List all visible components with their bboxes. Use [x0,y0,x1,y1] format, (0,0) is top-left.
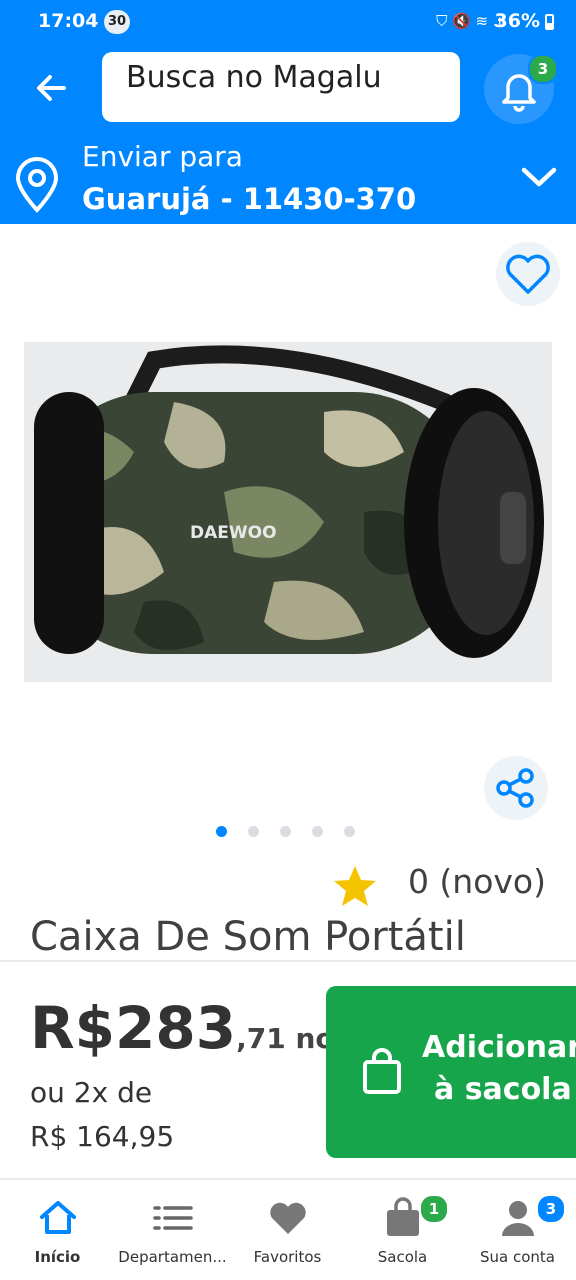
price-integer: R$283 [30,994,237,1062]
favorite-button[interactable] [496,242,560,306]
installment-value: R$ 164,95 [30,1120,175,1153]
nav-departamentos[interactable]: Departamen... [115,1180,230,1280]
carousel-dot[interactable] [312,826,323,837]
price: R$283,71 no [30,994,335,1062]
nav-favoritos[interactable]: Favoritos [230,1180,345,1280]
carousel-dot[interactable] [280,826,291,837]
account-count-badge: 3 [536,1194,566,1224]
speaker-illustration: DAEWOO [34,345,544,658]
nav-sacola[interactable]: 1 Sacola [345,1180,460,1280]
brand-logo-text: DAEWOO [190,523,277,543]
bag-count-badge: 1 [419,1194,449,1224]
carousel-dot[interactable] [248,826,259,837]
product-title: Caixa De Som Portátil [30,914,466,960]
bottom-navigation: Início Departamen... Favoritos 1 Sacola … [0,1180,576,1280]
add-button-label-line1: Adicionar [422,1030,576,1065]
carousel-dot-active[interactable] [216,826,227,837]
shopping-bag-icon [363,1048,401,1094]
notification-badge: 3 [528,54,558,84]
heart-icon [270,1202,306,1234]
share-button[interactable] [484,756,548,820]
nav-inicio[interactable]: Início [0,1180,115,1280]
add-button-label-line2: à sacola [434,1072,572,1107]
price-cents: ,71 no [236,1022,335,1055]
shipping-label: Enviar para [82,140,243,173]
nav-label: Favoritos [253,1248,322,1266]
share-icon [496,768,534,808]
carousel-dot[interactable] [344,826,355,837]
product-image[interactable]: DAEWOO [24,342,552,682]
shipping-selector[interactable]: Enviar para Guarujá - 11430-370 [0,130,576,224]
nav-label: Departamen... [118,1248,227,1266]
nav-label: Sacola [377,1248,428,1266]
top-bar: Busca no Magalu 3 [0,44,576,130]
battery-icon [545,14,554,30]
shipping-address: Guarujá - 11430-370 [82,182,417,216]
chevron-down-icon [521,167,557,187]
divider [0,960,576,962]
nav-sua-conta[interactable]: 3 Sua conta [460,1180,575,1280]
back-button[interactable] [26,62,78,114]
search-placeholder: Busca no Magalu [126,60,382,95]
installments-label: ou 2x de [30,1076,153,1109]
nav-label: Sua conta [480,1248,555,1266]
search-input[interactable]: Busca no Magalu [102,52,460,122]
status-notification-count: 30 [104,10,130,34]
status-bar: 17:04 30 ⛉ 🔇 ≋ .ıl 36% [0,0,576,44]
list-icon [153,1206,193,1230]
heart-icon [506,254,550,294]
status-time: 17:04 [38,10,99,32]
bag-icon [387,1197,419,1236]
nav-label: Início [34,1248,81,1266]
product-rating[interactable]: 0 (novo) [408,862,546,901]
home-icon [40,1201,76,1234]
user-icon [502,1201,534,1236]
arrow-left-icon [37,75,66,101]
star-icon [334,866,376,906]
battery-percent: 36% [494,10,540,32]
add-to-bag-button[interactable]: Adicionar à sacola [326,986,576,1158]
location-pin-icon [15,157,59,213]
